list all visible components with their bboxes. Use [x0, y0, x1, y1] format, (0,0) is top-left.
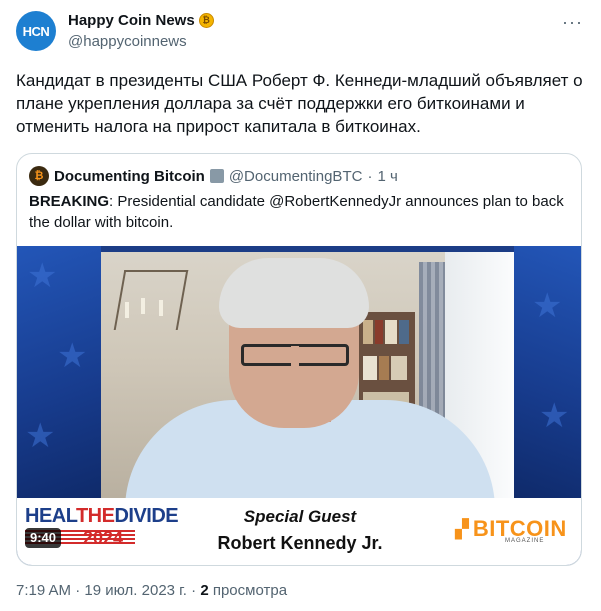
- author-handle[interactable]: @happycoinnews: [68, 33, 187, 50]
- glasses-bridge: [291, 346, 299, 366]
- magazine-label: MAGAZINE: [505, 538, 545, 544]
- quoted-author-avatar[interactable]: ₿: [29, 166, 49, 186]
- quoted-author-name[interactable]: Documenting Bitcoin: [54, 168, 205, 185]
- person-hair: [219, 258, 369, 328]
- breaking-label: BREAKING: [29, 193, 110, 210]
- book: [399, 320, 409, 344]
- views-count: 2: [200, 582, 209, 599]
- webcam-frame: [101, 252, 514, 498]
- gold-coin-badge-icon: ₿: [198, 13, 214, 28]
- candle: [141, 298, 145, 314]
- quoted-tweet[interactable]: ₿ Documenting Bitcoin @DocumentingBTC · …: [16, 153, 582, 566]
- affiliate-badge-icon: [209, 169, 224, 183]
- chandelier: [113, 270, 189, 330]
- quoted-author-handle[interactable]: @DocumentingBTC: [229, 168, 363, 185]
- avatar-logo-text: HCN: [22, 23, 50, 39]
- more-options-icon[interactable]: ···: [562, 12, 583, 33]
- tweet-text: Кандидат в президенты США Роберт Ф. Кенн…: [16, 71, 583, 136]
- book: [391, 356, 407, 380]
- separator-dot: ·: [191, 582, 197, 599]
- star-decoration-icon: ★: [539, 397, 570, 435]
- tweet[interactable]: HCN Happy Coin News ₿ @happycoinnews ···…: [0, 0, 601, 611]
- book: [379, 356, 389, 380]
- tweet-meta: 7:19 AM · 19 июл. 2023 г. · 2 просмотра: [16, 582, 287, 599]
- star-decoration-icon: ★: [27, 257, 58, 295]
- author-avatar[interactable]: HCN: [16, 11, 56, 51]
- separator-dot: ·: [367, 167, 373, 185]
- quoted-tweet-header: ₿ Documenting Bitcoin @DocumentingBTC · …: [29, 166, 398, 186]
- separator-dot: ·: [75, 582, 81, 599]
- candle: [159, 300, 163, 316]
- star-decoration-icon: ★: [532, 287, 563, 325]
- book: [375, 320, 383, 344]
- video-player[interactable]: ★ ★ ★ ★ ★ HEALTHEDIVIDE 2024 9:40 Specia…: [17, 246, 581, 565]
- book: [363, 356, 377, 380]
- author-name[interactable]: Happy Coin News ₿: [68, 12, 214, 29]
- bitcoin-icon: ₿: [34, 170, 44, 182]
- views-label: просмотра: [212, 582, 288, 599]
- book: [363, 320, 373, 344]
- book: [385, 320, 397, 344]
- video-lower-third: HEALTHEDIVIDE 2024 9:40 Special Guest Ro…: [17, 498, 581, 565]
- star-decoration-icon: ★: [25, 417, 56, 455]
- quoted-tweet-text: BREAKING: Presidential candidate @Robert…: [29, 191, 574, 233]
- tweet-time[interactable]: 7:19 AM: [16, 582, 71, 599]
- bitcoin-mark-icon: ▞: [455, 518, 469, 539]
- tweet-date[interactable]: 19 июл. 2023 г.: [84, 582, 187, 599]
- candle: [125, 302, 129, 318]
- star-decoration-icon: ★: [57, 337, 88, 375]
- quoted-timestamp[interactable]: 1 ч: [377, 168, 397, 185]
- quoted-text-body: : Presidential candidate @RobertKennedyJ…: [29, 193, 564, 231]
- author-name-label: Happy Coin News: [68, 12, 195, 29]
- video-backdrop-right: [514, 246, 581, 498]
